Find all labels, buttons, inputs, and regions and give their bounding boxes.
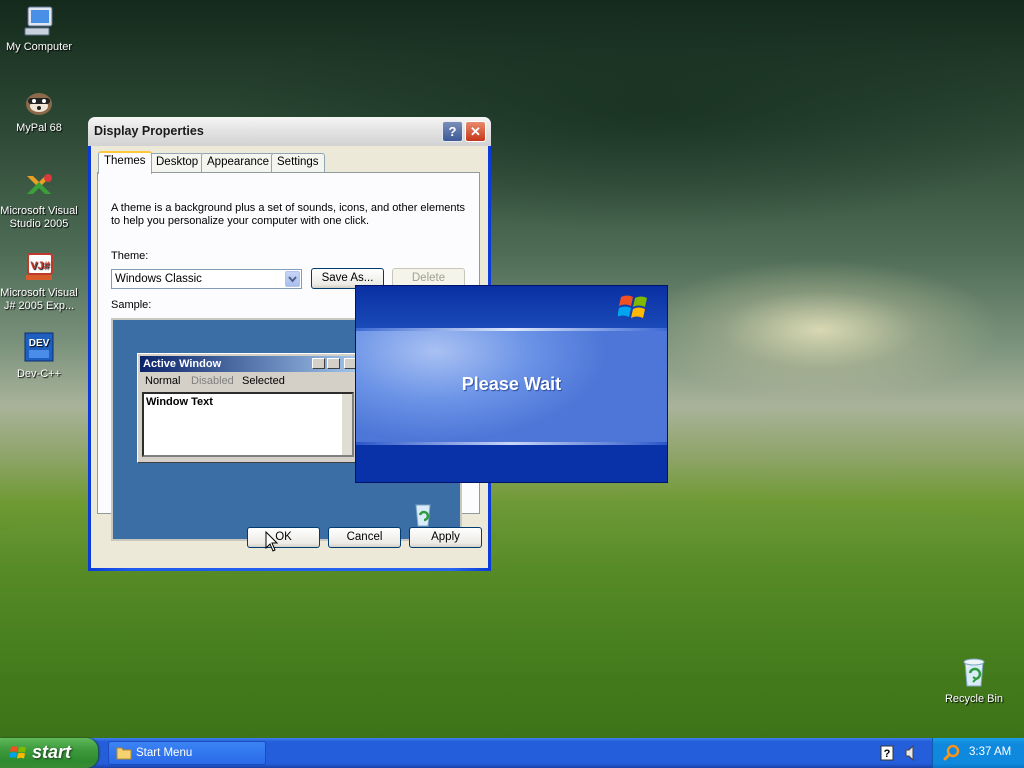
splash-top-band (356, 286, 667, 328)
tab-appearance[interactable]: Appearance (201, 153, 276, 172)
please-wait-message: Please Wait (461, 374, 562, 394)
help-icon: ? (448, 124, 457, 139)
taskbar-item-label: Start Menu (136, 747, 193, 759)
taskbar: start Start Menu ? 3:37 AM (0, 738, 1024, 768)
mouse-cursor-icon (265, 531, 279, 552)
mypal-browser-icon (26, 93, 52, 115)
desktop-icon-mypal[interactable]: MyPal 68 (0, 85, 78, 135)
theme-label: Theme: (111, 250, 149, 262)
desktop-icon-recycle-bin[interactable]: Recycle Bin (935, 656, 1013, 706)
search-icon[interactable] (943, 744, 961, 762)
recycle-bin-icon (415, 504, 431, 527)
svg-text:DEV: DEV (29, 338, 50, 349)
desktop-icon-label: My Computer (5, 41, 73, 53)
system-tray: 3:37 AM (932, 738, 1024, 768)
desktop-icon-label: Microsoft Visual J# 2005 Exp... (0, 287, 78, 312)
sample-menu-selected: Selected (242, 375, 285, 387)
desktop-icon-my-computer[interactable]: My Computer (0, 4, 78, 54)
ok-button[interactable]: OK (247, 527, 320, 548)
theme-dropdown-value: Windows Classic (115, 273, 202, 285)
speaker-icon[interactable] (905, 744, 917, 762)
start-button[interactable]: start (0, 738, 98, 768)
sample-text-area: Window Text (142, 392, 354, 457)
themes-description: A theme is a background plus a set of so… (111, 202, 466, 227)
theme-dropdown[interactable]: Windows Classic (111, 269, 302, 289)
sample-scrollbar (342, 394, 352, 455)
tab-themes[interactable]: Themes (98, 151, 152, 174)
window-titlebar[interactable]: Display Properties ? ✕ (88, 117, 491, 146)
splash-bottom-band (356, 445, 667, 482)
sample-window-titlebar: Active Window (140, 356, 364, 372)
sample-menu-disabled: Disabled (191, 375, 234, 387)
desktop-icon-label: MyPal 68 (16, 122, 62, 134)
help-button[interactable]: ? (442, 121, 463, 142)
apply-button[interactable]: Apply (409, 527, 482, 548)
chevron-down-icon[interactable] (285, 271, 300, 287)
tab-settings[interactable]: Settings (271, 153, 325, 172)
sample-active-window: Active Window Normal Disabled Selected W… (137, 353, 367, 463)
desktop-icon-label: Recycle Bin (944, 693, 1004, 705)
close-button[interactable]: ✕ (465, 121, 486, 142)
svg-text:VJ#: VJ# (30, 260, 50, 272)
folder-icon (116, 747, 132, 760)
sample-menu-normal: Normal (145, 375, 181, 387)
sample-label: Sample: (111, 299, 152, 311)
maximize-icon (327, 358, 340, 369)
desktop-icon-visual-studio[interactable]: Microsoft Visual Studio 2005 (0, 168, 78, 231)
svg-text:?: ? (884, 748, 891, 760)
tab-desktop[interactable]: Desktop (150, 153, 205, 172)
dev-cpp-icon: DEV (24, 332, 54, 362)
computer-icon (24, 6, 53, 36)
windows-logo-icon (10, 746, 26, 759)
visual-jsharp-icon: VJ# (26, 253, 53, 280)
desktop-icon-label: Dev-C++ (16, 368, 62, 380)
taskbar-item-start-menu[interactable]: Start Menu (108, 741, 266, 765)
recycle-bin-icon (963, 658, 985, 687)
start-label: start (32, 742, 72, 762)
sample-menu-bar: Normal Disabled Selected (140, 374, 364, 390)
cancel-button[interactable]: Cancel (328, 527, 401, 548)
help-icon[interactable]: ? (880, 745, 894, 761)
minimize-icon (312, 358, 325, 369)
visual-studio-icon (27, 174, 52, 194)
windows-logo-icon (618, 295, 647, 318)
sample-window-text: Window Text (146, 396, 213, 408)
clock[interactable]: 3:37 AM (969, 746, 1011, 758)
window-title: Display Properties (94, 124, 204, 138)
desktop-icon-label: Microsoft Visual Studio 2005 (0, 205, 78, 230)
please-wait-dialog: Please Wait (355, 285, 668, 483)
desktop-icon-dev-cpp[interactable]: DEV Dev-C++ (0, 331, 78, 381)
sample-window-title: Active Window (143, 358, 222, 370)
close-icon: ✕ (470, 124, 481, 139)
desktop-icon-visual-jsharp[interactable]: VJ# Microsoft Visual J# 2005 Exp... (0, 250, 78, 313)
